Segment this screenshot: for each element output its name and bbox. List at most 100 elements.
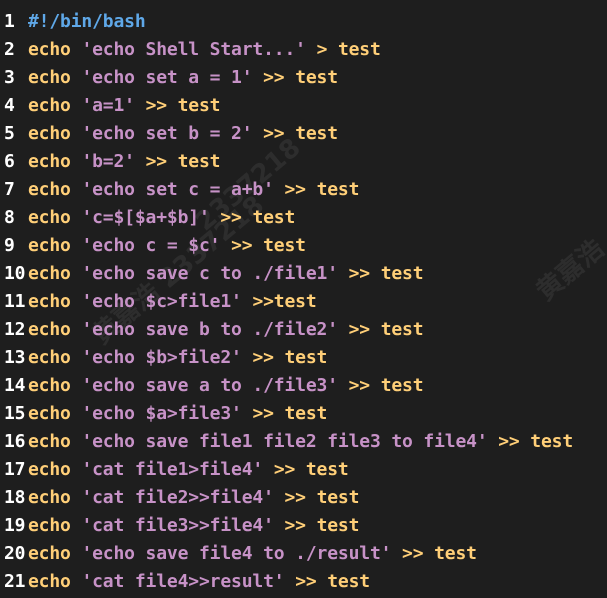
redirect-target: test — [316, 515, 360, 536]
line-text: echo 'c=$[$a+$b]' >> test — [28, 204, 295, 232]
string-literal: 'echo set b = 2' — [81, 123, 253, 144]
echo-keyword: echo — [28, 543, 71, 564]
redirect-target: test — [252, 207, 296, 228]
echo-keyword: echo — [28, 319, 71, 340]
code-line[interactable]: 20 echo 'echo save file4 to ./result' >> … — [0, 540, 607, 568]
code-line[interactable]: 8 echo 'c=$[$a+$b]' >> test — [0, 204, 607, 232]
string-literal: 'echo set c = a+b' — [81, 179, 274, 200]
echo-keyword: echo — [28, 151, 71, 172]
redirect-operator: >> — [348, 375, 371, 396]
code-area[interactable]: 1 #!/bin/bash 2 echo 'echo Shell Start...' … — [0, 8, 607, 596]
echo-keyword: echo — [28, 291, 71, 312]
echo-keyword: echo — [28, 39, 71, 60]
redirect-operator: >> — [498, 431, 520, 452]
code-line[interactable]: 7 echo 'echo set c = a+b' >> test — [0, 176, 607, 204]
redirect-operator: >> — [263, 123, 285, 144]
code-line[interactable]: 9 echo 'echo c = $c' >> test — [0, 232, 607, 260]
redirect-target: test — [177, 151, 221, 172]
code-line[interactable]: 6 echo 'b=2' >> test — [0, 148, 607, 176]
redirect-operator: >> — [284, 515, 307, 536]
code-line[interactable]: 1 #!/bin/bash — [0, 8, 607, 36]
code-line[interactable]: 21 echo 'cat file4>>result' >> test — [0, 568, 607, 596]
redirect-target: test — [316, 179, 360, 200]
redirect-operator: >> — [145, 151, 168, 172]
string-literal: 'c=$[$a+$b]' — [81, 207, 210, 228]
echo-keyword: echo — [28, 179, 71, 200]
line-text: echo 'echo save a to ./file3' >> test — [28, 372, 424, 400]
line-text: echo 'echo set a = 1' >> test — [28, 64, 338, 92]
redirect-target: test — [380, 263, 424, 284]
echo-keyword: echo — [28, 487, 71, 508]
redirect-target: test — [305, 459, 349, 480]
code-editor[interactable]: 黄嘉浩 2337218 2337218 黄嘉浩 1 #!/bin/bash 2 ech… — [0, 0, 607, 598]
line-number: 15 — [4, 403, 26, 424]
code-line[interactable]: 17 echo 'cat file1>file4' >> test — [0, 456, 607, 484]
string-literal: 'b=2' — [81, 151, 135, 172]
line-number: 17 — [4, 459, 26, 480]
code-line[interactable]: 15 echo 'echo $a>file3' >> test — [0, 400, 607, 428]
line-number: 19 — [4, 515, 26, 536]
echo-keyword: echo — [28, 571, 71, 592]
code-line[interactable]: 2 echo 'echo Shell Start...' > test — [0, 36, 607, 64]
line-number: 9 — [4, 235, 15, 256]
redirect-target: test — [284, 347, 328, 368]
echo-keyword: echo — [28, 347, 71, 368]
echo-keyword: echo — [28, 459, 71, 480]
code-line[interactable]: 12 echo 'echo save b to ./file2' >> test — [0, 316, 607, 344]
redirect-target: test — [263, 235, 306, 256]
code-line[interactable]: 19 echo 'cat file3>>file4' >> test — [0, 512, 607, 540]
string-literal: 'cat file3>>file4' — [81, 515, 274, 536]
code-line[interactable]: 13 echo 'echo $b>file2' >> test — [0, 344, 607, 372]
string-literal: 'echo set a = 1' — [81, 67, 253, 88]
line-text: echo 'echo $a>file3' >> test — [28, 400, 327, 428]
redirect-operator: >> — [295, 571, 317, 592]
line-text: echo 'echo set c = a+b' >> test — [28, 176, 359, 204]
echo-keyword: echo — [28, 375, 71, 396]
string-literal: 'cat file1>file4' — [81, 459, 264, 480]
string-literal: 'echo save c to ./file1' — [81, 263, 338, 284]
code-line[interactable]: 11 echo 'echo $c>file1' >>test — [0, 288, 607, 316]
redirect-target: test — [284, 403, 328, 424]
shebang: #!/bin/bash — [28, 11, 146, 32]
code-line[interactable]: 16 echo 'echo save file1 file2 file3 to f… — [0, 428, 607, 456]
string-literal: 'cat file2>>file4' — [81, 487, 274, 508]
redirect-target: test — [530, 431, 574, 452]
redirect-target: test — [295, 123, 338, 144]
line-number: 4 — [4, 95, 15, 116]
line-number: 2 — [4, 39, 15, 60]
line-number: 14 — [4, 375, 26, 396]
line-number: 11 — [4, 291, 26, 312]
line-text: echo 'echo save c to ./file1' >> test — [28, 260, 424, 288]
code-line[interactable]: 3 echo 'echo set a = 1' >> test — [0, 64, 607, 92]
code-line[interactable]: 10 echo 'echo save c to ./file1' >> test — [0, 260, 607, 288]
redirect-operator: >> — [273, 459, 296, 480]
code-line[interactable]: 18 echo 'cat file2>>file4' >> test — [0, 484, 607, 512]
echo-keyword: echo — [28, 515, 71, 536]
redirect-operator: >> — [220, 207, 242, 228]
line-text: echo 'echo save file1 file2 file3 to fil… — [28, 428, 573, 456]
line-number: 18 — [4, 487, 26, 508]
code-line[interactable]: 4 echo 'a=1' >> test — [0, 92, 607, 120]
line-number: 3 — [4, 67, 15, 88]
echo-keyword: echo — [28, 403, 71, 424]
redirect-target: test — [327, 571, 370, 592]
line-text: echo 'a=1' >> test — [28, 92, 221, 120]
line-text: echo 'cat file4>>result' >> test — [28, 568, 370, 596]
code-line[interactable]: 5 echo 'echo set b = 2' >> test — [0, 120, 607, 148]
redirect-operator: >> — [145, 95, 168, 116]
redirect-operator: >> — [402, 543, 424, 564]
line-text: echo 'cat file1>file4' >> test — [28, 456, 349, 484]
string-literal: 'a=1' — [81, 95, 135, 116]
redirect-operator: >>test — [252, 291, 317, 312]
line-text: echo 'echo c = $c' >> test — [28, 232, 306, 260]
code-line[interactable]: 14 echo 'echo save a to ./file3' >> test — [0, 372, 607, 400]
line-number: 1 — [4, 11, 15, 32]
redirect-operator: >> — [252, 347, 274, 368]
string-literal: 'echo Shell Start...' — [81, 39, 306, 60]
line-text: echo 'b=2' >> test — [28, 148, 221, 176]
redirect-target: test — [177, 95, 221, 116]
line-text: echo 'echo save file4 to ./result' >> te… — [28, 540, 477, 568]
string-literal: 'echo save a to ./file3' — [81, 375, 338, 396]
line-number: 20 — [4, 543, 26, 564]
echo-keyword: echo — [28, 263, 71, 284]
